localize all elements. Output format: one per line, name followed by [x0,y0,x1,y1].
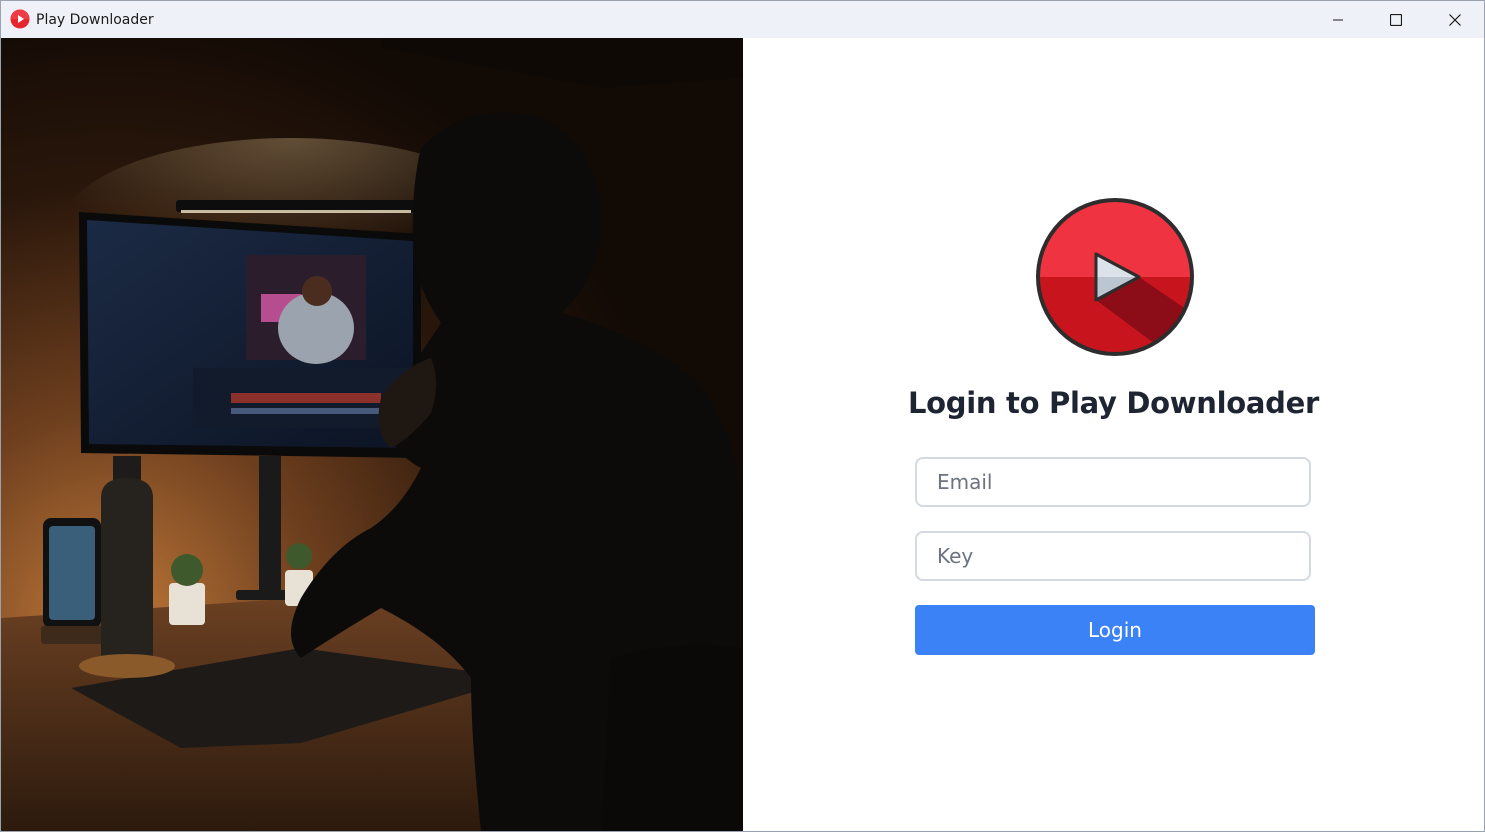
minimize-icon [1333,19,1343,20]
login-panel: Login to Play Downloader Login [743,38,1484,831]
window-title: Play Downloader [36,12,154,28]
app-window: Play Downloader Login to Play Downloader… [0,0,1485,832]
maximize-icon [1390,13,1402,26]
close-button[interactable] [1426,1,1484,38]
photo-of-person-editing-video-icon [1,38,743,831]
login-button[interactable]: Login [915,605,1315,655]
key-input[interactable] [915,531,1311,581]
app-logo-icon [10,9,30,29]
play-logo-icon [1036,198,1194,356]
maximize-button[interactable] [1367,1,1425,38]
minimize-button[interactable] [1309,1,1367,38]
hero-photo [1,38,743,831]
email-input[interactable] [915,457,1311,507]
login-heading: Login to Play Downloader [908,386,1319,420]
close-icon [1449,13,1461,26]
title-bar[interactable]: Play Downloader [1,1,1484,38]
